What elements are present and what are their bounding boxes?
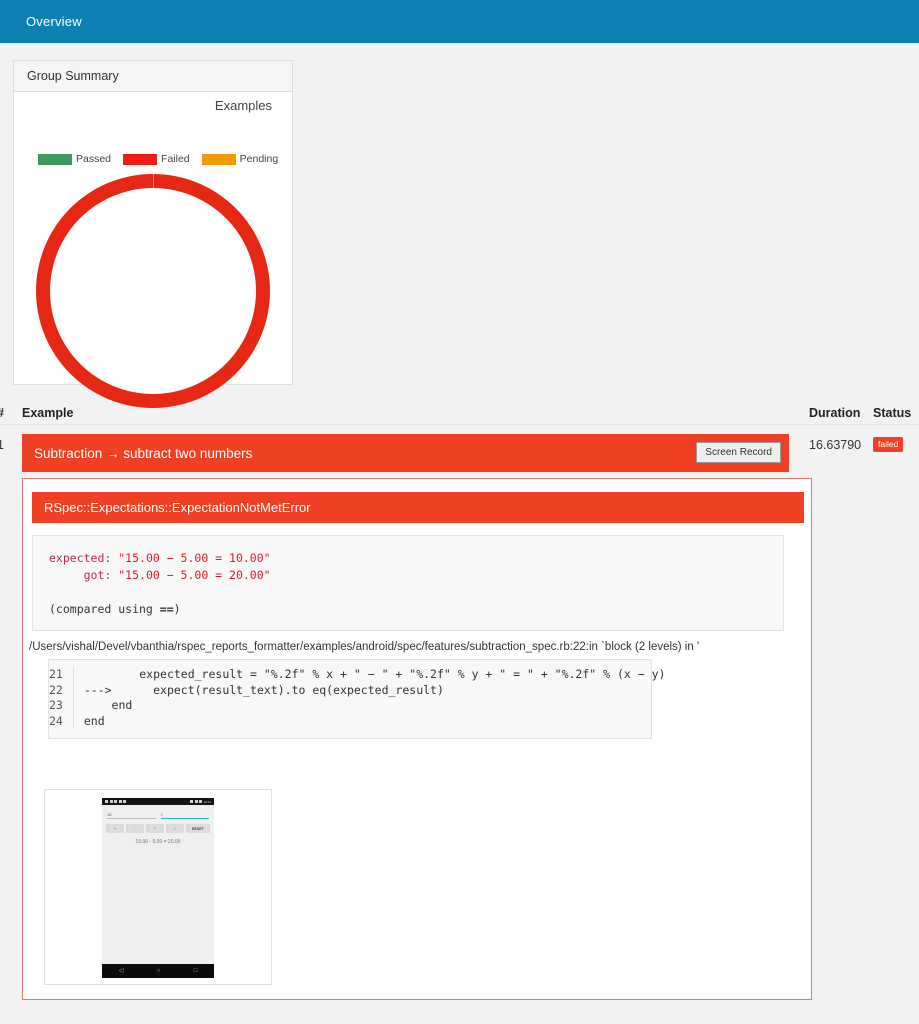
operand-right-input[interactable]: 5 <box>160 812 209 819</box>
android-navigation-bar: ◁ ○ □ <box>102 964 214 978</box>
chart-title: Examples <box>214 98 272 113</box>
recents-icon[interactable]: □ <box>194 968 198 974</box>
column-header-number: # <box>0 402 4 425</box>
row-duration: 16.63790 <box>809 438 862 452</box>
example-name: Subtraction → subtract two numbers <box>34 445 253 461</box>
operand-left-input[interactable]: 15 <box>107 812 156 819</box>
code-line-number: 24 <box>49 713 63 728</box>
legend-item-passed[interactable]: Passed <box>38 153 111 165</box>
notification-icon <box>123 799 126 804</box>
legend-item-pending[interactable]: Pending <box>201 153 279 165</box>
got-label: got: <box>49 568 119 582</box>
compared-operator: == <box>159 602 174 616</box>
notification-icon <box>114 799 117 804</box>
examples-donut-chart[interactable] <box>36 174 270 408</box>
wifi-icon <box>190 799 194 804</box>
group-summary-card: Group Summary Examples Passed Failed Pen… <box>13 60 293 408</box>
got-value: "15.00 − 5.00 = 20.00" <box>118 568 271 582</box>
android-status-bar: 10:11 <box>102 798 214 805</box>
column-header-status: Status <box>873 406 912 420</box>
group-summary-title: Group Summary <box>14 61 292 92</box>
status-badge: failed <box>873 437 904 452</box>
failure-message-text: expected: "15.00 − 5.00 = 10.00" got: "1… <box>49 550 783 618</box>
compared-prefix: (compared using <box>49 602 160 616</box>
notification-icon <box>105 799 108 804</box>
legend-swatch-failed <box>123 153 158 165</box>
legend-swatch-passed <box>38 153 72 165</box>
android-device-screen: 10:11 15 5 + - * / RESET 15.00 - 5.00 = … <box>102 798 214 978</box>
failure-detail-panel: RSpec::Expectations::ExpectationNotMetEr… <box>22 478 812 1000</box>
calculator-button-row: + - * / RESET <box>102 819 214 833</box>
calculator-result-text: 15.00 - 5.00 = 20.00 <box>135 839 181 845</box>
back-icon[interactable]: ◁ <box>119 968 124 974</box>
row-number: 1 <box>0 438 4 452</box>
notification-icon <box>118 799 122 804</box>
code-lines: expected_result = "%.2f" % x + " − " + "… <box>74 667 666 729</box>
code-line-number: 23 <box>49 698 63 712</box>
signal-icon <box>194 799 198 804</box>
code-line-numbers: 21 22 23 24 <box>49 667 74 729</box>
legend-label-passed: Passed <box>76 153 112 165</box>
error-type-header: RSpec::Expectations::ExpectationNotMetEr… <box>32 492 804 523</box>
calculator-inputs: 15 5 <box>102 805 214 819</box>
legend-label-failed: Failed <box>161 153 190 165</box>
status-bar-system-icons: 10:11 <box>190 800 211 804</box>
chart-legend: Passed Failed Pending <box>38 153 284 165</box>
failure-screenshot-thumbnail[interactable]: 10:11 15 5 + - * / RESET 15.00 - 5.00 = … <box>44 789 272 985</box>
source-code-snippet: 21 22 23 24 expected_result = "%.2f" % x… <box>48 659 665 739</box>
tab-overview[interactable]: Overview <box>26 0 82 43</box>
failure-file-path: /Users/vishal/Devel/vbanthia/rspec_repor… <box>29 641 700 653</box>
battery-icon <box>199 799 203 804</box>
reset-button[interactable]: RESET <box>185 824 210 833</box>
code-line: end <box>83 698 133 712</box>
legend-label-pending: Pending <box>239 153 279 165</box>
home-icon[interactable]: ○ <box>157 968 161 974</box>
code-line: end <box>83 713 105 728</box>
failure-message-block: expected: "15.00 − 5.00 = 10.00" got: "1… <box>32 535 784 631</box>
group-summary-body: Examples Passed Failed Pending <box>14 92 292 408</box>
subtract-button[interactable]: - <box>125 824 144 833</box>
code-line-number: 21 <box>49 667 63 681</box>
notification-icon <box>109 799 113 804</box>
table-row[interactable]: 1 Subtraction → subtract two numbers Scr… <box>0 426 919 476</box>
divide-button[interactable]: / <box>165 824 184 833</box>
status-bar-notification-icons <box>105 799 126 804</box>
example-failure-banner[interactable]: Subtraction → subtract two numbers Scree… <box>22 434 789 472</box>
column-header-duration: Duration <box>809 406 861 420</box>
compared-suffix: ) <box>173 602 181 616</box>
legend-item-failed[interactable]: Failed <box>123 153 190 165</box>
status-bar-clock: 10:11 <box>203 799 211 804</box>
donut-hole <box>50 188 256 394</box>
code-line: ---> expect(result_text).to eq(expected_… <box>83 682 444 697</box>
add-button[interactable]: + <box>106 824 124 833</box>
column-header-example: Example <box>22 406 74 420</box>
code-line: expected_result = "%.2f" % x + " − " + "… <box>83 667 666 681</box>
legend-swatch-pending <box>201 153 236 165</box>
top-navigation-bar: Overview <box>0 0 919 43</box>
multiply-button[interactable]: * <box>145 824 164 833</box>
code-line-number: 22 <box>49 682 63 697</box>
expected-value: "15.00 − 5.00 = 10.00" <box>118 551 271 565</box>
results-table-header: # Example Duration Status <box>0 402 919 425</box>
screen-record-button[interactable]: Screen Record <box>696 442 781 463</box>
expected-label: expected: <box>49 551 119 565</box>
